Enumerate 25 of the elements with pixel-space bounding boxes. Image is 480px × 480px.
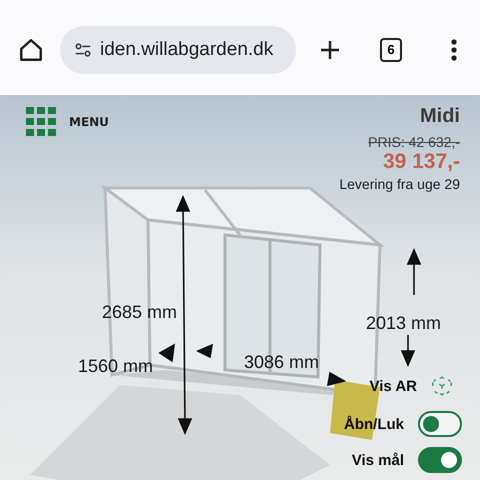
arrowhead-icon	[196, 344, 214, 358]
address-bar[interactable]: iden.willabgarden.dk	[60, 26, 296, 74]
arrowhead-icon	[327, 372, 346, 386]
toggle-label: Åbn/Luk	[344, 416, 404, 432]
dimension-label: 1560 mm	[78, 356, 154, 377]
toggle-label: Vis mål	[352, 452, 404, 468]
dimension-label: 3086 mm	[244, 352, 320, 373]
up-arrow	[406, 248, 422, 295]
dimension-label: 2013 mm	[366, 313, 442, 334]
ar-label[interactable]: Vis AR	[369, 378, 417, 394]
old-price: PRIS: 42 632,-	[368, 134, 460, 150]
menu-grid-icon[interactable]	[26, 107, 56, 137]
home-icon[interactable]	[18, 36, 44, 62]
price: 39 137,-	[382, 150, 460, 174]
arrowhead-icon	[158, 344, 175, 362]
tab-count-button[interactable]: 6	[380, 38, 402, 62]
more-menu-icon[interactable]	[450, 38, 458, 62]
delivery-text: Levering fra uge 29	[339, 176, 460, 192]
dimension-label: 2685 mm	[102, 302, 178, 323]
product-name: Midi	[420, 105, 460, 128]
menu-label[interactable]: MENU	[69, 115, 109, 129]
down-arrow	[400, 335, 416, 368]
site-settings-icon[interactable]	[74, 40, 92, 58]
ar-cube-icon[interactable]	[431, 375, 453, 397]
url-text: iden.willabgarden.dk	[100, 38, 274, 60]
